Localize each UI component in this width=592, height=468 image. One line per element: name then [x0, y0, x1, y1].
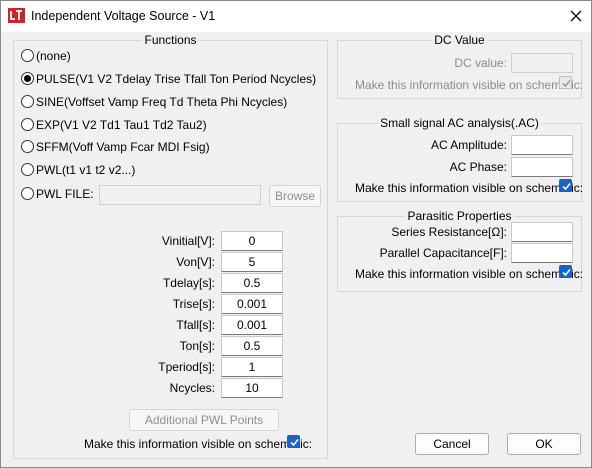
param-label-tdelay: Tdelay[s]: — [162, 276, 215, 290]
param-input-von[interactable]: 5 — [221, 252, 283, 272]
param-input-tperiod[interactable]: 1 — [221, 357, 283, 377]
series-resistance-input[interactable] — [511, 222, 573, 242]
radio-exp[interactable] — [21, 118, 34, 131]
param-label-ncycles: Ncycles: — [169, 381, 215, 395]
checkmark-icon — [290, 438, 299, 447]
browse-button[interactable]: Browse — [269, 185, 321, 207]
radio-sffm[interactable] — [21, 140, 34, 153]
radio-pwl[interactable] — [21, 163, 34, 176]
radio-pulse[interactable] — [21, 72, 34, 85]
radio-pwl-file[interactable] — [21, 187, 34, 200]
radio-pwl-label: PWL(t1 v1 t2 v2...) — [36, 163, 136, 177]
ac-analysis-legend: Small signal AC analysis(.AC) — [380, 116, 539, 130]
ac-visible-label: Make this information visible on schemat… — [355, 181, 584, 195]
ac-phase-input[interactable] — [511, 157, 573, 177]
parallel-capacitance-label: Parallel Capacitance[F]: — [379, 246, 507, 260]
dc-value-label: DC value: — [454, 56, 507, 70]
app-icon — [8, 8, 25, 23]
radio-sffm-label: SFFM(Voff Vamp Fcar MDI Fsig) — [36, 140, 210, 154]
pwl-file-input[interactable] — [99, 185, 261, 205]
ac-phase-label: AC Phase: — [449, 160, 507, 174]
dc-value-input[interactable] — [511, 53, 573, 73]
parasitic-visible-label: Make this information visible on schemat… — [355, 267, 584, 281]
additional-pwl-points-button[interactable]: Additional PWL Points — [129, 409, 279, 431]
param-input-ncycles[interactable]: 10 — [221, 378, 283, 398]
param-label-vinitial: Vinitial[V]: — [161, 234, 215, 248]
radio-exp-label: EXP(V1 V2 Td1 Tau1 Td2 Tau2) — [36, 118, 207, 132]
checkmark-icon — [562, 182, 571, 191]
ok-button[interactable]: OK — [507, 433, 581, 455]
radio-pulse-label: PULSE(V1 V2 Tdelay Trise Tfall Ton Perio… — [36, 72, 317, 86]
dc-visible-label: Make this information visible on schemat… — [355, 78, 584, 92]
cancel-button[interactable]: Cancel — [415, 433, 489, 455]
series-resistance-label: Series Resistance[Ω]: — [391, 225, 507, 239]
param-input-vinitial[interactable]: 0 — [221, 231, 283, 251]
radio-sine[interactable] — [21, 95, 34, 108]
parallel-capacitance-input[interactable] — [511, 243, 573, 263]
parasitic-visible-checkbox[interactable] — [559, 265, 572, 278]
dc-value-legend: DC Value — [434, 33, 485, 47]
param-label-tfall: Tfall[s]: — [176, 318, 215, 332]
parasitic-legend: Parasitic Properties — [407, 209, 512, 223]
param-input-tdelay[interactable]: 0.5 — [221, 273, 283, 293]
checkmark-icon — [562, 79, 571, 88]
param-label-von: Von[V]: — [176, 255, 215, 269]
ac-visible-checkbox[interactable] — [559, 179, 572, 192]
param-label-trise: Trise[s]: — [172, 297, 215, 311]
dc-visible-checkbox[interactable] — [559, 76, 572, 89]
dialog-window: Independent Voltage Source - V1 Function… — [0, 0, 592, 468]
param-input-tfall[interactable]: 0.001 — [221, 315, 283, 335]
param-label-tperiod: Tperiod[s]: — [158, 360, 215, 374]
title-bar: Independent Voltage Source - V1 — [1, 1, 591, 32]
param-input-ton[interactable]: 0.5 — [221, 336, 283, 356]
radio-sine-label: SINE(Voffset Vamp Freq Td Theta Phi Ncyc… — [36, 95, 288, 109]
param-input-trise[interactable]: 0.001 — [221, 294, 283, 314]
window-title: Independent Voltage Source - V1 — [31, 9, 216, 23]
radio-pwl-file-label: PWL FILE: — [36, 187, 94, 201]
functions-visible-checkbox[interactable] — [287, 435, 300, 448]
close-icon[interactable] — [567, 7, 585, 25]
functions-visible-label: Make this information visible on schemat… — [84, 437, 313, 451]
functions-legend: Functions — [144, 33, 197, 47]
param-label-ton: Ton[s]: — [179, 339, 215, 353]
ac-amplitude-input[interactable] — [511, 135, 573, 155]
ac-amplitude-label: AC Amplitude: — [430, 138, 507, 152]
radio-none-label: (none) — [36, 49, 71, 63]
checkmark-icon — [562, 268, 571, 277]
radio-none[interactable] — [21, 49, 34, 62]
